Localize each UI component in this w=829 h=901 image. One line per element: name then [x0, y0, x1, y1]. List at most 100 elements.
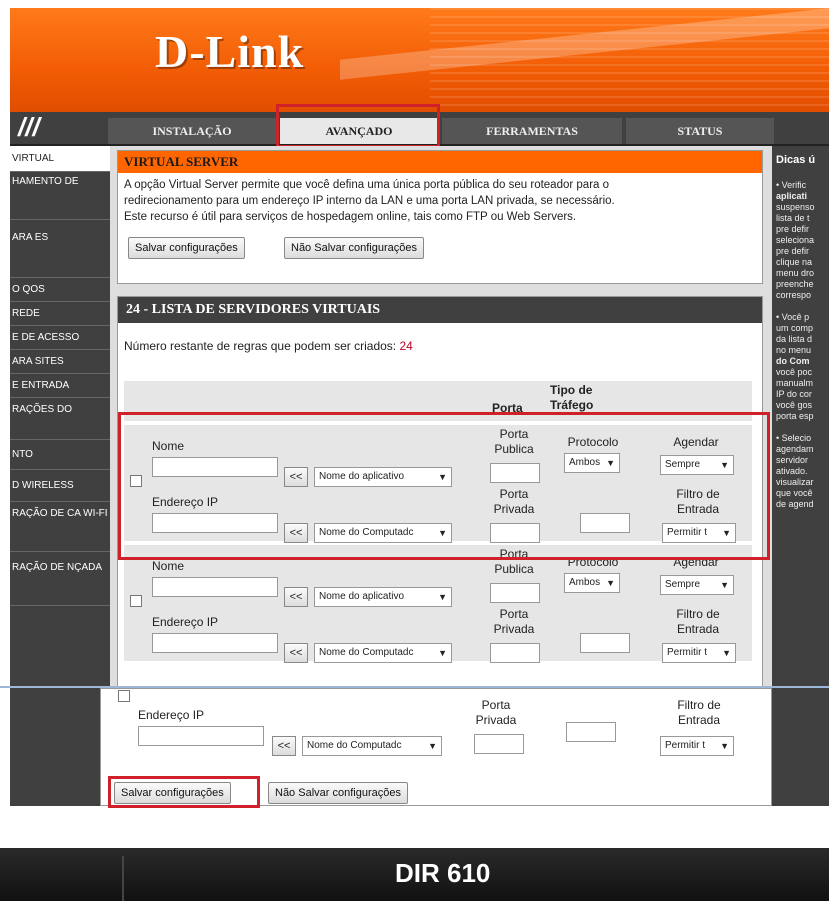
tips-line: você poc [776, 367, 813, 377]
device-bar-divider [122, 856, 124, 901]
computer-select-value: Nome do Computadc [319, 647, 414, 658]
chevron-down-icon: ▼ [438, 528, 447, 538]
remaining-rules-label: Número restante de regras que podem ser … [124, 339, 397, 353]
tips-line: seleciona [776, 235, 815, 245]
chevron-down-icon: ▼ [428, 741, 437, 751]
endereco-ip-label: Endereço IP [152, 615, 219, 629]
top-nav: INSTALAÇÃO AVANÇADO FERRAMENTAS STATUS [10, 112, 829, 146]
header-banner [10, 8, 829, 112]
tips-line: preenche [776, 279, 814, 289]
tips-line: menu dro [776, 268, 815, 278]
filter-select[interactable]: Permitir t ▼ [662, 643, 736, 663]
copy-app-button[interactable]: << [284, 467, 308, 487]
chevron-down-icon: ▼ [720, 741, 729, 751]
tips-line: IP do cor [776, 389, 812, 399]
traffic-type-input[interactable] [580, 513, 630, 533]
tips-panel: Dicas ú • Verific aplicati suspenso lista d… [772, 146, 829, 806]
copy-computer-button[interactable]: << [284, 643, 308, 663]
sidebar-item-entrada[interactable]: E ENTRADA [10, 374, 110, 398]
application-select[interactable]: Nome do aplicativo ▼ [314, 467, 452, 487]
sidebar-item-encaminhamento[interactable]: HAMENTO DE [10, 172, 110, 220]
header-stripes [430, 8, 829, 112]
nosave-button-bottom[interactable]: Não Salvar configurações [268, 782, 408, 804]
tips-line: • Verific [776, 180, 807, 190]
nosave-button-top[interactable]: Não Salvar configurações [284, 237, 424, 259]
save-button-bottom[interactable]: Salvar configurações [114, 782, 231, 804]
table-header-row [124, 381, 752, 421]
filter-select[interactable]: Permitir t ▼ [660, 736, 734, 756]
traffic-type-input[interactable] [580, 633, 630, 653]
virtual-server-panel: VIRTUAL SERVER A opção Virtual Server pe… [117, 150, 763, 284]
ip-address-input[interactable] [138, 726, 264, 746]
public-port-input[interactable] [490, 463, 540, 483]
enable-checkbox[interactable] [130, 595, 142, 607]
tab-avancado[interactable]: AVANÇADO [280, 118, 438, 144]
porta-privada-label: Porta Privada [475, 698, 517, 727]
private-port-input[interactable] [490, 523, 540, 543]
public-port-input[interactable] [490, 583, 540, 603]
sidebar-item-aplicacoes[interactable]: ARA ES [10, 220, 110, 278]
device-model: DIR 610 [395, 858, 491, 888]
schedule-select[interactable]: Sempre ▼ [660, 455, 734, 475]
traffic-type-input[interactable] [566, 722, 616, 742]
tips-line: porta esp [776, 411, 814, 421]
chevron-down-icon: ▼ [606, 458, 615, 468]
filter-select-value: Permitir t [665, 740, 705, 751]
schedule-select-value: Sempre [665, 459, 701, 470]
agendar-label: Agendar [673, 555, 719, 569]
tips-line: que você [776, 488, 813, 498]
copy-app-button[interactable]: << [284, 587, 308, 607]
sidebar-item-qos[interactable]: O QOS [10, 278, 110, 302]
name-input[interactable] [152, 577, 278, 597]
protocol-select-value: Ambos [569, 577, 601, 588]
description-line: redirecionamento para um endereço IP int… [124, 195, 615, 207]
virtual-server-title: VIRTUAL SERVER [118, 151, 762, 173]
tab-ferramentas[interactable]: FERRAMENTAS [442, 118, 622, 144]
protocolo-label: Protocolo [567, 555, 619, 569]
sidebar-item-acesso[interactable]: E DE ACESSO [10, 326, 110, 350]
sidebar-item-sites[interactable]: ARA SITES [10, 350, 110, 374]
schedule-select[interactable]: Sempre ▼ [660, 575, 734, 595]
tips-line: no menu [776, 345, 812, 355]
filter-select[interactable]: Permitir t ▼ [662, 523, 736, 543]
application-select[interactable]: Nome do aplicativo ▼ [314, 587, 452, 607]
sidebar-item-rede[interactable]: REDE [10, 302, 110, 326]
chevron-down-icon: ▼ [720, 460, 729, 470]
protocol-select[interactable]: Ambos ▼ [564, 453, 620, 473]
private-port-input[interactable] [474, 734, 524, 754]
enable-checkbox[interactable] [130, 475, 142, 487]
schedule-select-value: Sempre [665, 579, 701, 590]
computer-select[interactable]: Nome do Computadc ▼ [314, 523, 452, 543]
chevron-down-icon: ▼ [606, 578, 615, 588]
nome-label: Nome [152, 559, 185, 573]
filtro-entrada-label: Filtro de Entrada [677, 698, 721, 727]
copy-computer-button[interactable]: << [272, 736, 296, 756]
computer-select[interactable]: Nome do Computadc ▼ [314, 643, 452, 663]
tips-line: ativado. [776, 466, 808, 476]
copy-computer-button[interactable]: << [284, 523, 308, 543]
sidebar-item-nto[interactable]: NTO [10, 440, 110, 470]
ip-address-input[interactable] [152, 633, 278, 653]
tips-line: da lista d [776, 334, 813, 344]
porta-privada-label: Porta Privada [493, 607, 535, 636]
porta-publica-label: Porta Publica [494, 547, 534, 576]
ip-address-input[interactable] [152, 513, 278, 533]
tips-title: Dicas ú [776, 154, 816, 166]
protocol-select[interactable]: Ambos ▼ [564, 573, 620, 593]
sidebar-item-configuracoes[interactable]: RAÇÕES DO [10, 398, 110, 440]
sidebar-item-virtual[interactable]: VIRTUAL [10, 146, 110, 172]
name-input[interactable] [152, 457, 278, 477]
private-port-input[interactable] [490, 643, 540, 663]
computer-select[interactable]: Nome do Computadc ▼ [302, 736, 442, 756]
tab-status[interactable]: STATUS [626, 118, 774, 144]
enable-checkbox[interactable] [118, 690, 130, 702]
tab-instalacao[interactable]: INSTALAÇÃO [108, 118, 276, 144]
sidebar-item-avancada[interactable]: RAÇÃO DE NÇADA [10, 552, 110, 606]
save-button-top[interactable]: Salvar configurações [128, 237, 245, 259]
endereco-ip-label: Endereço IP [152, 495, 219, 509]
nome-label: Nome [152, 439, 185, 453]
agendar-label: Agendar [673, 435, 719, 449]
sidebar-item-wifi[interactable]: RAÇÃO DE CA WI-FI [10, 502, 110, 552]
tips-line [776, 422, 829, 433]
sidebar-item-wireless[interactable]: D WIRELESS [10, 470, 110, 502]
